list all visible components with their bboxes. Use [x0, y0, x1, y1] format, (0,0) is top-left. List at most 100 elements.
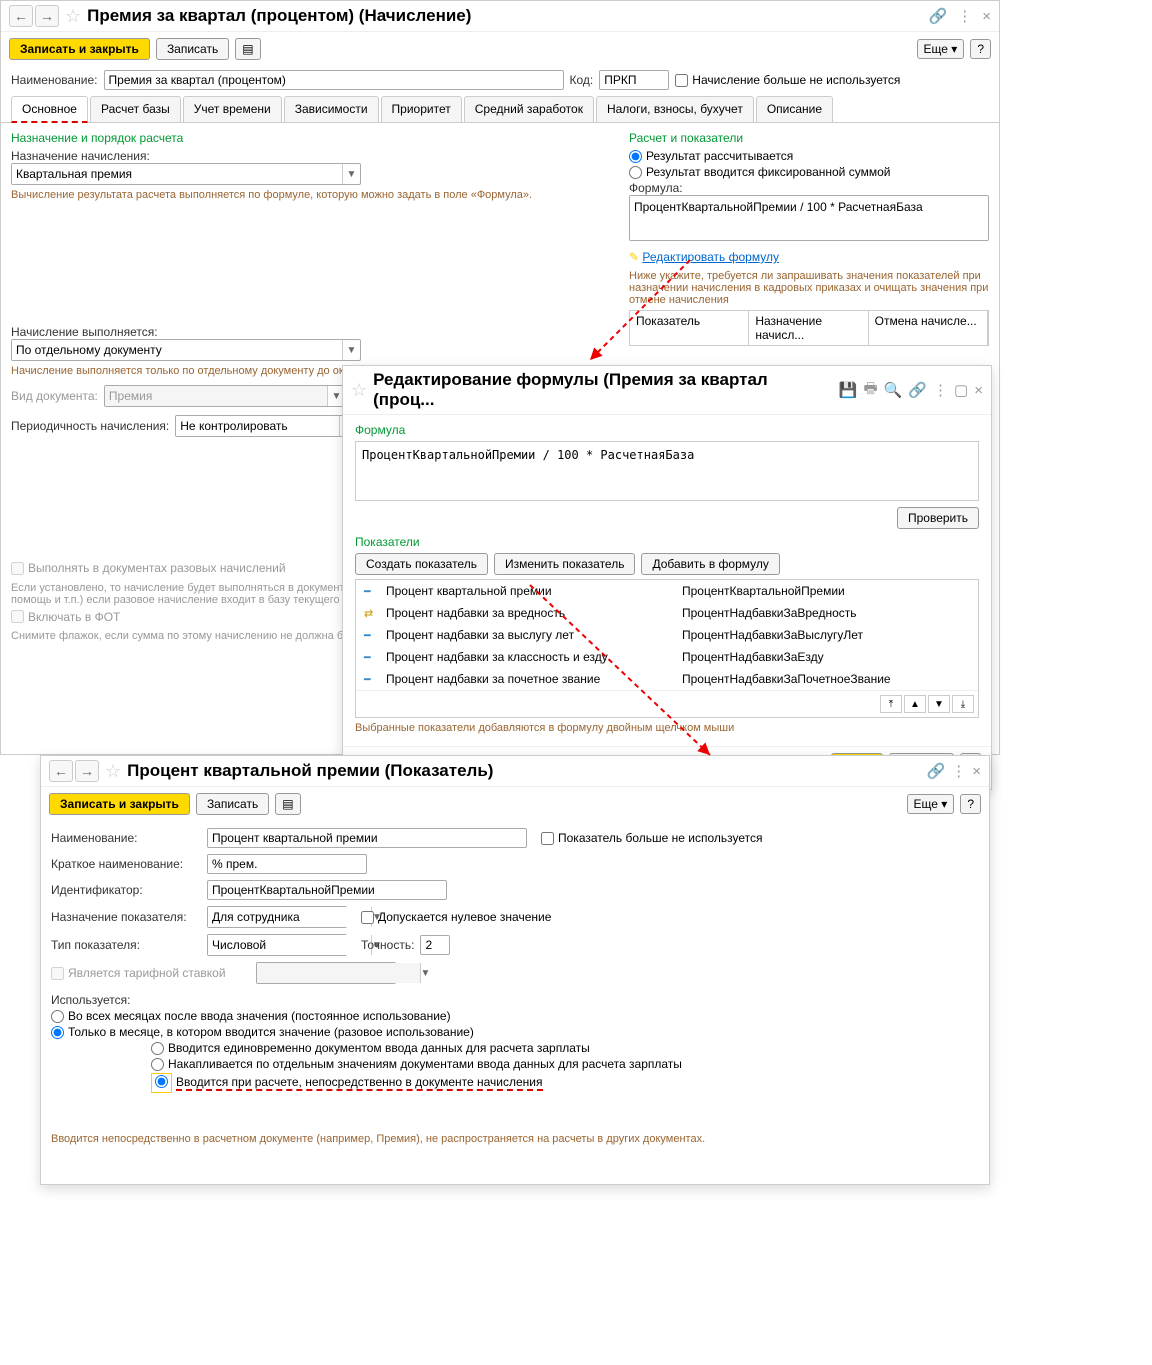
save-icon[interactable]: 💾: [839, 381, 858, 399]
purpose-combo[interactable]: [208, 907, 371, 927]
indicator-icon: ━: [364, 651, 378, 664]
favorite-icon[interactable]: ☆: [351, 380, 367, 401]
favorite-icon[interactable]: ☆: [65, 6, 81, 27]
once-single-radio[interactable]: [151, 1042, 164, 1055]
indicator-window: ← → ☆ Процент квартальной премии (Показа…: [40, 755, 990, 1185]
fot-checkbox: [11, 610, 24, 623]
tab-priority[interactable]: Приоритет: [381, 96, 462, 122]
indicator-icon: ⇄: [364, 607, 378, 620]
exec-label: Начисление выполняется:: [11, 325, 615, 339]
indicator-icon: ━: [364, 585, 378, 598]
exec-combo[interactable]: [12, 340, 342, 360]
favorite-icon[interactable]: ☆: [105, 761, 121, 782]
used-once-radio[interactable]: [51, 1026, 64, 1039]
forward-button[interactable]: →: [75, 760, 99, 782]
doctype-combo[interactable]: [105, 386, 327, 406]
tab-base[interactable]: Расчет базы: [90, 96, 181, 122]
back-button[interactable]: ←: [9, 5, 33, 27]
code-input[interactable]: [599, 70, 669, 90]
menu-icon[interactable]: ⋮: [951, 762, 966, 780]
help-button[interactable]: ?: [960, 794, 981, 814]
calc-radio-fixed[interactable]: [629, 166, 642, 179]
code-label: Код:: [570, 73, 594, 87]
purpose-dropdown-icon[interactable]: ▼: [342, 164, 360, 184]
save-button[interactable]: Записать: [156, 38, 229, 60]
short-name-input[interactable]: [207, 854, 367, 874]
link-icon[interactable]: 🔗: [908, 381, 927, 399]
formula-code[interactable]: ПроцентКвартальнойПремии / 100 * Расчетн…: [355, 441, 979, 501]
check-button[interactable]: Проверить: [897, 507, 979, 529]
toolbar-icon-button[interactable]: ▤: [275, 793, 300, 815]
close-icon[interactable]: ×: [982, 8, 991, 25]
move-up-button[interactable]: ▲: [904, 695, 926, 713]
used-permanent-radio[interactable]: [51, 1010, 64, 1023]
allow-zero-checkbox[interactable]: [361, 911, 374, 924]
forward-button[interactable]: →: [35, 5, 59, 27]
maximize-icon[interactable]: ▢: [954, 381, 968, 399]
not-used-checkbox[interactable]: [675, 74, 688, 87]
window-title: Премия за квартал (процентом) (Начислени…: [87, 6, 922, 26]
back-button[interactable]: ←: [49, 760, 73, 782]
move-top-button[interactable]: ⤒: [880, 695, 902, 713]
list-item[interactable]: ━Процент надбавки за выслугу летПроцентН…: [356, 624, 978, 646]
period-combo[interactable]: [176, 416, 339, 436]
once-accum-radio[interactable]: [151, 1058, 164, 1071]
search-icon[interactable]: 🔍: [884, 381, 903, 399]
toolbar: Записать и закрыть Записать ▤ Еще ▾ ?: [1, 32, 999, 66]
list-item[interactable]: ━Процент надбавки за почетное званиеПроц…: [356, 668, 978, 690]
tab-main[interactable]: Основное: [11, 96, 88, 123]
doctype-label: Вид документа:: [11, 389, 98, 403]
menu-icon[interactable]: ⋮: [933, 381, 948, 399]
tab-deps[interactable]: Зависимости: [284, 96, 379, 122]
indicator-table-header: ПоказательНазначение начисл...Отмена нач…: [629, 310, 989, 346]
toolbar-icon-button[interactable]: ▤: [235, 38, 260, 60]
name-label: Наименование:: [11, 73, 98, 87]
indicator-list: ━Процент квартальной премииПроцентКварта…: [355, 579, 979, 718]
save-close-button[interactable]: Записать и закрыть: [9, 38, 150, 60]
tab-avg[interactable]: Средний заработок: [464, 96, 594, 122]
formula-label: Формула: [355, 423, 979, 437]
move-down-button[interactable]: ▼: [928, 695, 950, 713]
window-title: Редактирование формулы (Премия за кварта…: [373, 370, 833, 410]
more-button[interactable]: Еще ▾: [907, 794, 955, 814]
name-input[interactable]: [207, 828, 527, 848]
tab-tax[interactable]: Налоги, взносы, бухучет: [596, 96, 754, 122]
tabs: Основное Расчет базы Учет времени Зависи…: [1, 94, 999, 123]
indicator-icon: ━: [364, 673, 378, 686]
name-input[interactable]: [104, 70, 564, 90]
exec-dropdown-icon[interactable]: ▼: [342, 340, 360, 360]
tab-time[interactable]: Учет времени: [183, 96, 282, 122]
link-icon[interactable]: 🔗: [929, 7, 948, 25]
id-input[interactable]: [207, 880, 447, 900]
more-button[interactable]: Еще ▾: [917, 39, 965, 59]
menu-icon[interactable]: ⋮: [957, 7, 972, 25]
move-bottom-button[interactable]: ⤓: [952, 695, 974, 713]
list-item[interactable]: ━Процент надбавки за классность и ездуПр…: [356, 646, 978, 668]
close-icon[interactable]: ×: [972, 763, 981, 780]
purpose-combo[interactable]: [12, 164, 342, 184]
used-label: Используется:: [51, 993, 979, 1007]
list-item[interactable]: ━Процент квартальной премииПроцентКварта…: [356, 580, 978, 602]
add-to-formula-button[interactable]: Добавить в формулу: [641, 553, 779, 575]
calc-radio-auto[interactable]: [629, 150, 642, 163]
tab-desc[interactable]: Описание: [756, 96, 833, 122]
type-combo[interactable]: [208, 935, 371, 955]
link-icon[interactable]: 🔗: [927, 762, 946, 780]
formula-label: Формула:: [629, 181, 989, 195]
edit-formula-link[interactable]: Редактировать формулу: [642, 250, 779, 264]
list-item[interactable]: ⇄Процент надбавки за вредностьПроцентНад…: [356, 602, 978, 624]
pencil-icon: ✎: [629, 250, 639, 264]
save-button[interactable]: Записать: [196, 793, 269, 815]
help-button[interactable]: ?: [970, 39, 991, 59]
not-used-checkbox[interactable]: [541, 832, 554, 845]
titlebar: ← → ☆ Премия за квартал (процентом) (Нач…: [1, 1, 999, 32]
tariff-checkbox: [51, 967, 64, 980]
create-indicator-button[interactable]: Создать показатель: [355, 553, 488, 575]
change-indicator-button[interactable]: Изменить показатель: [494, 553, 636, 575]
precision-input[interactable]: [420, 935, 450, 955]
save-close-button[interactable]: Записать и закрыть: [49, 793, 190, 815]
print-icon[interactable]: 🖶: [864, 378, 878, 403]
close-icon[interactable]: ×: [974, 382, 983, 399]
formula-textarea[interactable]: ПроцентКвартальнойПремии / 100 * Расчетн…: [629, 195, 989, 241]
once-calc-radio[interactable]: [155, 1075, 168, 1088]
